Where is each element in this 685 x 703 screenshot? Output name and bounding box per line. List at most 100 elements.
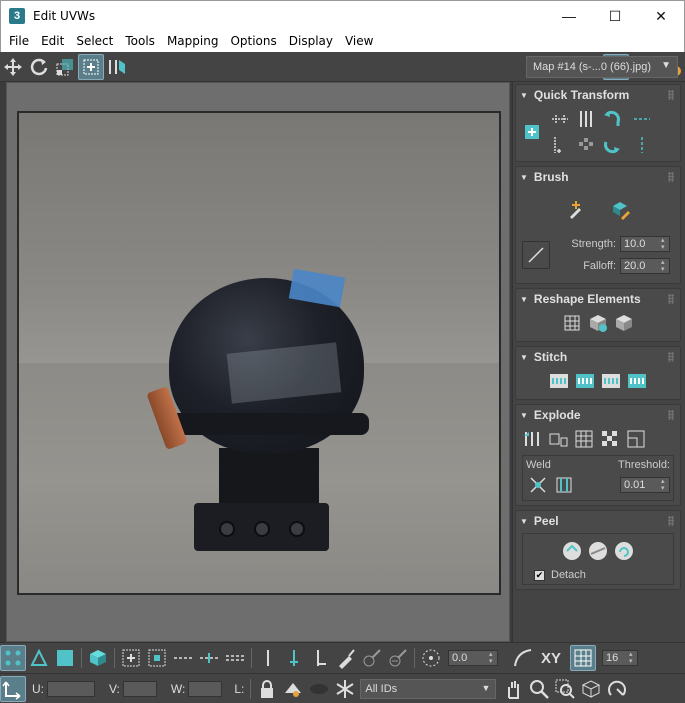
hide-unhide-icon[interactable] <box>280 676 306 702</box>
absolute-offset-icon[interactable] <box>0 675 26 702</box>
paint-move-icon[interactable] <box>564 197 588 221</box>
zoom-extents-icon[interactable] <box>578 676 604 702</box>
quick-peel-icon[interactable] <box>560 539 584 563</box>
loop-shrink-icon[interactable] <box>222 645 248 671</box>
show-hidden-icon[interactable] <box>306 676 332 702</box>
menu-tools[interactable]: Tools <box>119 34 161 48</box>
grip-icon[interactable] <box>668 516 674 526</box>
polygon-mode-icon[interactable] <box>52 645 78 671</box>
rollout-header[interactable]: ▼ Reshape Elements <box>516 289 680 309</box>
align-vertical-icon[interactable] <box>574 107 598 131</box>
relax-until-flat-icon[interactable] <box>586 311 610 335</box>
element-mode-icon[interactable] <box>85 645 111 671</box>
detach-edge-icon[interactable] <box>546 427 570 451</box>
rollout-header[interactable]: ▼ Brush <box>516 167 680 187</box>
fit-icon[interactable] <box>604 676 630 702</box>
grip-icon[interactable] <box>668 352 674 362</box>
angle-snap-icon[interactable] <box>418 645 444 671</box>
rollout-header[interactable]: ▼ Peel <box>516 511 680 531</box>
menu-file[interactable]: File <box>3 34 35 48</box>
align-left-icon[interactable] <box>548 133 572 157</box>
grid-size-spinner[interactable]: 16 <box>602 650 638 666</box>
relax-brush-icon[interactable] <box>608 197 632 221</box>
weld-selected-icon[interactable] <box>526 473 550 497</box>
edge-mode-icon[interactable] <box>26 645 52 671</box>
rotate-ccw-icon[interactable] <box>600 107 624 131</box>
uv-editor-viewport[interactable] <box>6 82 510 642</box>
brush-falloff-icon[interactable] <box>522 241 550 269</box>
grip-icon[interactable] <box>668 90 674 100</box>
minimize-button[interactable]: — <box>546 1 592 31</box>
straighten-selection-icon[interactable] <box>560 311 584 335</box>
menu-display[interactable]: Display <box>283 34 339 48</box>
relax-icon[interactable] <box>612 311 636 335</box>
scale-icon[interactable] <box>52 54 78 80</box>
rollout-header[interactable]: ▼ Stitch <box>516 347 680 367</box>
lock-icon[interactable] <box>254 676 280 702</box>
soft-selection-icon[interactable] <box>510 645 536 671</box>
stitch-to-target-icon[interactable] <box>573 369 597 393</box>
maximize-button[interactable]: ☐ <box>592 1 638 31</box>
reset-peel-icon[interactable] <box>612 539 636 563</box>
grip-icon[interactable] <box>668 410 674 420</box>
break-icon[interactable] <box>520 427 544 451</box>
detach-checkbox[interactable]: ✔ <box>534 569 545 581</box>
v-coordinate-field[interactable] <box>122 680 157 697</box>
set-pivot-icon[interactable] <box>520 120 544 144</box>
stitch-average-icon[interactable] <box>599 369 623 393</box>
material-id-dropdown[interactable]: All IDs ▼ <box>360 678 497 699</box>
move-icon[interactable] <box>0 54 26 80</box>
rotate-cw-icon[interactable] <box>600 133 624 157</box>
angle-spinner[interactable]: 0.0 <box>448 650 498 666</box>
straighten-icon[interactable] <box>574 133 598 157</box>
flatten-by-smoothing-icon[interactable] <box>598 427 622 451</box>
pan-hand-icon[interactable] <box>500 676 526 702</box>
w-coordinate-field[interactable] <box>188 680 223 697</box>
grip-icon[interactable] <box>668 294 674 304</box>
flatten-by-material-icon[interactable] <box>624 427 648 451</box>
ring-select-icon[interactable] <box>255 645 281 671</box>
collapse-triangle-icon: ▼ <box>520 172 528 182</box>
texture-map-dropdown[interactable]: Map #14 (s-...0 (66).jpg) ▼ <box>526 56 678 78</box>
xy-toggle-button[interactable]: XY <box>536 645 566 671</box>
grip-icon[interactable] <box>668 172 674 182</box>
ring-grow-icon[interactable] <box>281 645 307 671</box>
rollout-header[interactable]: ▼ Explode <box>516 405 680 425</box>
zoom-icon[interactable] <box>526 676 552 702</box>
compressor-band <box>159 413 369 435</box>
falloff-spinner[interactable]: 20.0 <box>620 258 670 274</box>
flatten-by-poly-icon[interactable] <box>572 427 596 451</box>
menu-options[interactable]: Options <box>224 34 282 48</box>
grow-selection-icon[interactable] <box>118 645 144 671</box>
space-vertical-icon[interactable] <box>630 133 654 157</box>
align-horizontal-icon[interactable] <box>548 107 572 131</box>
menu-view[interactable]: View <box>339 34 379 48</box>
stitch-custom-icon[interactable] <box>547 369 571 393</box>
menu-mapping[interactable]: Mapping <box>161 34 225 48</box>
shrink-selection-icon[interactable] <box>144 645 170 671</box>
paint-select-icon[interactable] <box>333 645 359 671</box>
paint-grow-icon[interactable] <box>359 645 385 671</box>
vertex-mode-icon[interactable] <box>0 645 26 671</box>
threshold-spinner[interactable]: 0.01 <box>620 477 670 493</box>
u-coordinate-field[interactable] <box>47 680 95 697</box>
freeform-icon[interactable] <box>78 53 104 80</box>
mirror-icon[interactable] <box>104 54 130 80</box>
grid-snap-icon[interactable] <box>570 645 596 671</box>
loop-grow-icon[interactable] <box>196 645 222 671</box>
space-horizontal-icon[interactable] <box>630 107 654 131</box>
zoom-region-icon[interactable] <box>552 676 578 702</box>
strength-spinner[interactable]: 10.0 <box>620 236 670 252</box>
close-button[interactable]: ✕ <box>638 1 684 31</box>
peel-mode-icon[interactable] <box>586 539 610 563</box>
stitch-to-source-icon[interactable] <box>625 369 649 393</box>
paint-shrink-icon[interactable] <box>385 645 411 671</box>
ring-shrink-icon[interactable] <box>307 645 333 671</box>
menu-select[interactable]: Select <box>70 34 119 48</box>
rollout-header[interactable]: ▼ Quick Transform <box>516 85 680 105</box>
menu-edit[interactable]: Edit <box>35 34 70 48</box>
freeze-icon[interactable] <box>332 676 358 702</box>
loop-select-icon[interactable] <box>170 645 196 671</box>
rotate-icon[interactable] <box>26 54 52 80</box>
weld-all-icon[interactable] <box>552 473 576 497</box>
